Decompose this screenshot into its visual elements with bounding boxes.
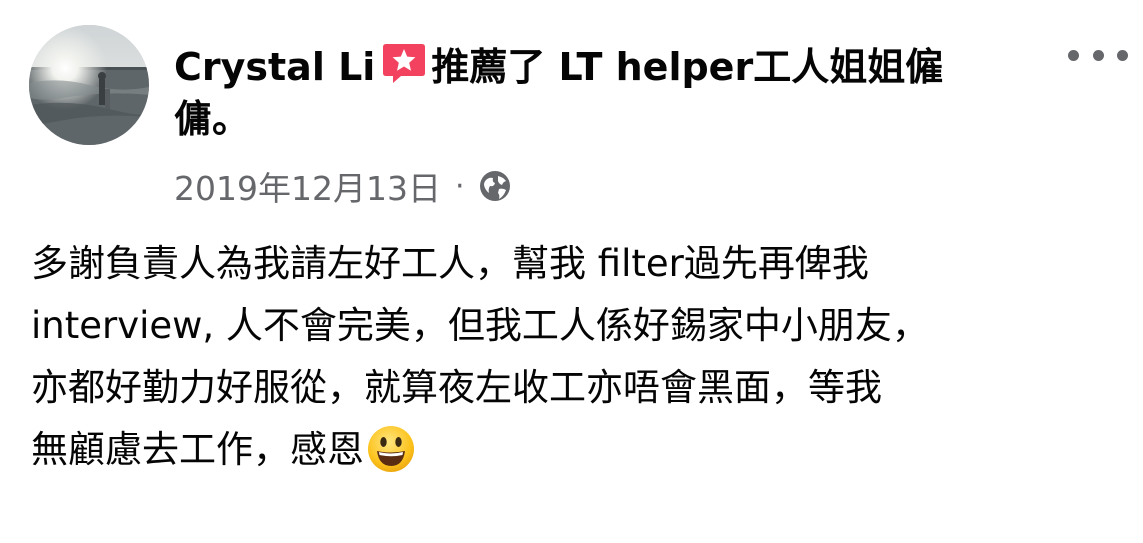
recommend-text-continued: 傭。 (174, 97, 251, 141)
smiling-face-emoji (368, 426, 414, 472)
post-body-line: 無顧慮去工作，感恩 (31, 428, 364, 471)
globe-icon[interactable] (477, 168, 513, 204)
author-name[interactable]: Crystal Li (174, 45, 375, 89)
post-date[interactable]: 2019年12月13日 (174, 162, 441, 210)
post-meta: 2019年12月13日 · (174, 164, 513, 208)
recommendation-post: Crystal Li 推薦了 LT helper工人姐姐僱 傭。 2019年12… (0, 0, 1143, 543)
post-header: Crystal Li 推薦了 LT helper工人姐姐僱 傭。 (174, 40, 1054, 145)
post-body-line: interview, 人不會完美，但我工人係好錫家中小朋友， (31, 304, 929, 347)
post-body-line: 亦都好勤力好服從，就算夜左收工亦唔會黑面，等我 (31, 366, 882, 409)
more-options-button[interactable] (1068, 40, 1128, 70)
author-avatar[interactable] (29, 25, 149, 145)
post-body-last-line: 無顧慮去工作，感恩 (31, 419, 1121, 481)
recommend-star-icon (383, 44, 426, 83)
meta-separator: · (454, 168, 465, 204)
post-body: 多謝負責人為我請左好工人，幫我 filter過先再俾我 interview, 人… (31, 233, 1121, 481)
recommend-text: 推薦了 LT helper工人姐姐僱 (431, 45, 944, 89)
more-options-icon (1068, 49, 1079, 61)
post-body-line: 多謝負責人為我請左好工人，幫我 filter過先再俾我 (31, 242, 869, 285)
